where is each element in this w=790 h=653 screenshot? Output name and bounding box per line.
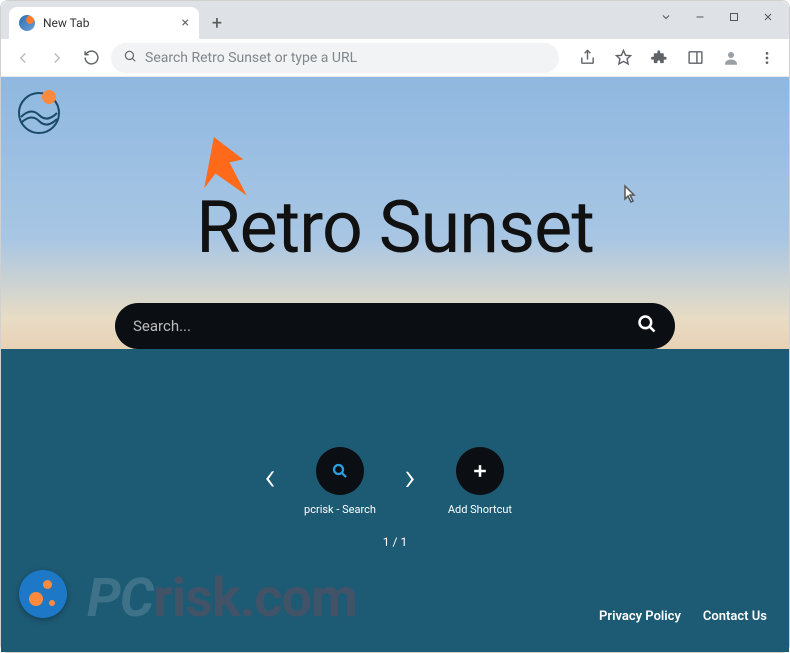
address-bar[interactable]: Search Retro Sunset or type a URL xyxy=(111,43,559,73)
next-page-button[interactable]: › xyxy=(404,453,416,500)
search-input[interactable] xyxy=(133,317,637,335)
minimize-button[interactable] xyxy=(685,5,715,29)
shortcuts-row: ‹ pcrisk - Search › Add Shortcut xyxy=(1,447,789,516)
page-title: Retro Sunset xyxy=(1,185,789,270)
bookmark-star-icon[interactable] xyxy=(609,44,637,72)
shortcut-search-icon[interactable] xyxy=(316,447,364,495)
settings-fab-button[interactable] xyxy=(19,570,67,618)
shortcut-label: pcrisk - Search xyxy=(304,503,376,516)
share-icon[interactable] xyxy=(573,44,601,72)
page-content: Retro Sunset ‹ pcrisk - Search › Add Sho… xyxy=(1,77,789,652)
add-shortcut-icon[interactable] xyxy=(456,447,504,495)
titlebar: New Tab × + xyxy=(1,1,789,39)
shortcut-item[interactable]: pcrisk - Search xyxy=(294,447,386,516)
tab-title: New Tab xyxy=(43,16,174,30)
maximize-button[interactable] xyxy=(719,5,749,29)
close-window-button[interactable] xyxy=(753,5,783,29)
contact-link[interactable]: Contact Us xyxy=(703,609,767,624)
footer-links: Privacy Policy Contact Us xyxy=(599,609,767,624)
prev-page-button[interactable]: ‹ xyxy=(264,453,276,500)
kebab-menu-icon[interactable] xyxy=(753,44,781,72)
page-search-bar[interactable] xyxy=(115,303,675,349)
close-tab-icon[interactable]: × xyxy=(182,15,189,31)
reload-button[interactable] xyxy=(77,44,105,72)
profile-avatar-icon[interactable] xyxy=(717,44,745,72)
new-tab-button[interactable]: + xyxy=(203,9,231,37)
add-shortcut-item[interactable]: Add Shortcut xyxy=(434,447,526,516)
browser-toolbar: Search Retro Sunset or type a URL xyxy=(1,39,789,77)
address-bar-placeholder: Search Retro Sunset or type a URL xyxy=(145,50,547,66)
side-panel-icon[interactable] xyxy=(681,44,709,72)
browser-tab[interactable]: New Tab × xyxy=(9,7,199,39)
shortcut-label: Add Shortcut xyxy=(448,503,512,516)
forward-button[interactable] xyxy=(43,44,71,72)
shortcut-pager: 1 / 1 xyxy=(1,535,789,549)
dropdown-icon[interactable] xyxy=(651,5,681,29)
extension-logo-icon xyxy=(15,87,63,135)
back-button[interactable] xyxy=(9,44,37,72)
search-icon xyxy=(123,48,137,67)
search-submit-icon[interactable] xyxy=(637,314,657,338)
tab-favicon-icon xyxy=(19,15,35,31)
privacy-link[interactable]: Privacy Policy xyxy=(599,609,681,624)
extensions-icon[interactable] xyxy=(645,44,673,72)
